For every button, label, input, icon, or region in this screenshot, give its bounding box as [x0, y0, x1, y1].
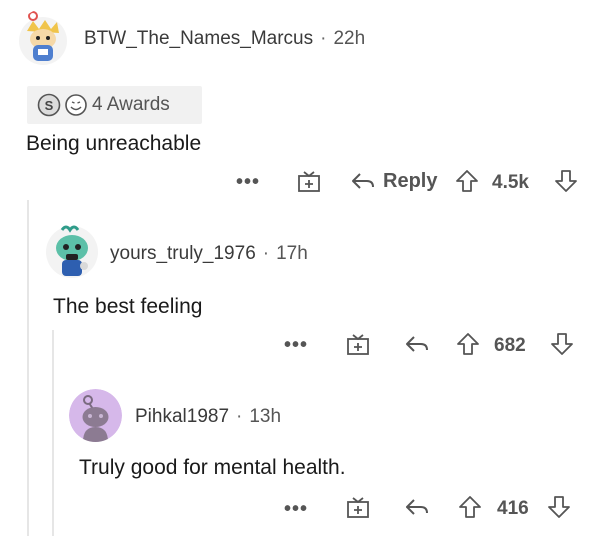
- reply-arrow-icon: [349, 168, 377, 194]
- avatar[interactable]: [69, 389, 122, 442]
- reply-label: Reply: [383, 169, 438, 192]
- silver-award-icon: S: [37, 93, 61, 117]
- upvote-arrow-icon: [454, 168, 480, 194]
- gift-icon: [345, 494, 371, 520]
- thread-line[interactable]: [52, 330, 54, 536]
- upvote-arrow-icon: [457, 494, 483, 520]
- comment-body: The best feeling: [53, 295, 203, 318]
- meta-separator: ·: [320, 28, 327, 49]
- wholesome-award-icon: [64, 93, 88, 117]
- more-options-button[interactable]: •••: [284, 498, 308, 521]
- comment-username[interactable]: Pihkal1987: [135, 406, 229, 428]
- upvote-button[interactable]: [457, 494, 483, 520]
- downvote-button[interactable]: [546, 494, 572, 520]
- comment-username[interactable]: BTW_The_Names_Marcus: [84, 28, 313, 50]
- comment-timestamp: 22h: [333, 28, 366, 49]
- comment-username[interactable]: yours_truly_1976: [110, 243, 256, 265]
- give-award-button[interactable]: [345, 494, 371, 520]
- downvote-arrow-icon: [553, 168, 579, 194]
- upvote-button[interactable]: [454, 168, 480, 194]
- vote-score: 416: [497, 498, 529, 519]
- meta-separator: ·: [262, 243, 270, 264]
- awards-count: 4 Awards: [92, 94, 170, 115]
- upvote-button[interactable]: [455, 331, 481, 357]
- gift-icon: [296, 168, 322, 194]
- give-award-button[interactable]: [296, 168, 322, 194]
- vote-score: 682: [494, 335, 526, 356]
- thread-line[interactable]: [27, 200, 29, 536]
- awards-badge[interactable]: S 4 Awards: [27, 86, 202, 124]
- gift-icon: [345, 331, 371, 357]
- reply-button[interactable]: Reply: [349, 168, 437, 194]
- reply-button[interactable]: [403, 494, 431, 520]
- reply-arrow-icon: [403, 331, 431, 357]
- more-options-button[interactable]: •••: [284, 334, 308, 357]
- vote-score: 4.5k: [492, 172, 529, 193]
- avatar[interactable]: [44, 222, 100, 280]
- svg-text:S: S: [45, 98, 54, 113]
- reply-button[interactable]: [403, 331, 431, 357]
- downvote-arrow-icon: [546, 494, 572, 520]
- downvote-button[interactable]: [553, 168, 579, 194]
- upvote-arrow-icon: [455, 331, 481, 357]
- comment-body: Truly good for mental health.: [79, 456, 346, 479]
- meta-separator: ·: [236, 406, 243, 427]
- downvote-arrow-icon: [549, 331, 575, 357]
- comment-timestamp: 17h: [276, 243, 308, 264]
- comment-timestamp: 13h: [249, 406, 282, 427]
- downvote-button[interactable]: [549, 331, 575, 357]
- give-award-button[interactable]: [345, 331, 371, 357]
- avatar[interactable]: [17, 9, 69, 67]
- reply-arrow-icon: [403, 494, 431, 520]
- comment-body: Being unreachable: [26, 132, 202, 155]
- more-options-button[interactable]: •••: [236, 171, 260, 194]
